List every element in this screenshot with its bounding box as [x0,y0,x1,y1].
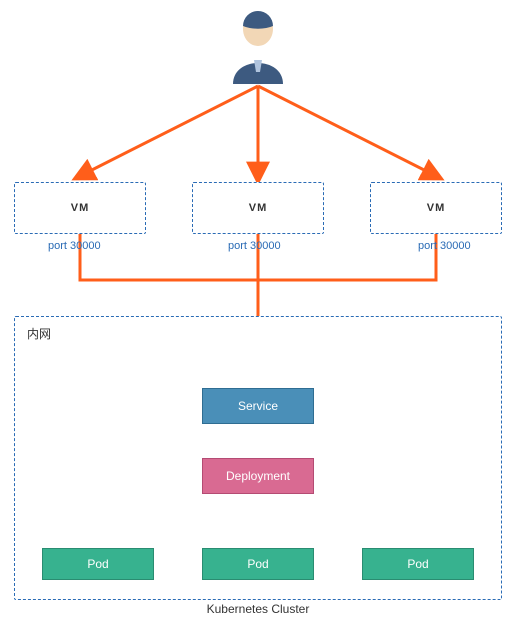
diagram-stage: 内网 Kubernetes Cluster VM port 30000 VM p… [0,0,516,623]
pod-label: Pod [247,557,268,571]
pod-box-3: Pod [362,548,474,580]
pod-box-1: Pod [42,548,154,580]
vm-box-3: VM [370,182,502,234]
vm-label: VM [71,202,90,214]
deployment-label: Deployment [226,469,290,483]
vm-box-1: VM [14,182,146,234]
pod-label: Pod [407,557,428,571]
vm-label: VM [249,202,268,214]
deployment-box: Deployment [202,458,314,494]
pod-box-2: Pod [202,548,314,580]
cluster-inner-label: 内网 [25,325,53,342]
vm-port-1: port 30000 [48,240,101,252]
service-box: Service [202,388,314,424]
vm-label: VM [427,202,446,214]
user-icon [223,6,293,86]
cluster-outer-label: Kubernetes Cluster [14,602,502,616]
vm-box-2: VM [192,182,324,234]
pod-label: Pod [87,557,108,571]
vm-port-3: port 30000 [418,240,471,252]
vm-port-2: port 30000 [228,240,281,252]
service-label: Service [238,399,278,413]
